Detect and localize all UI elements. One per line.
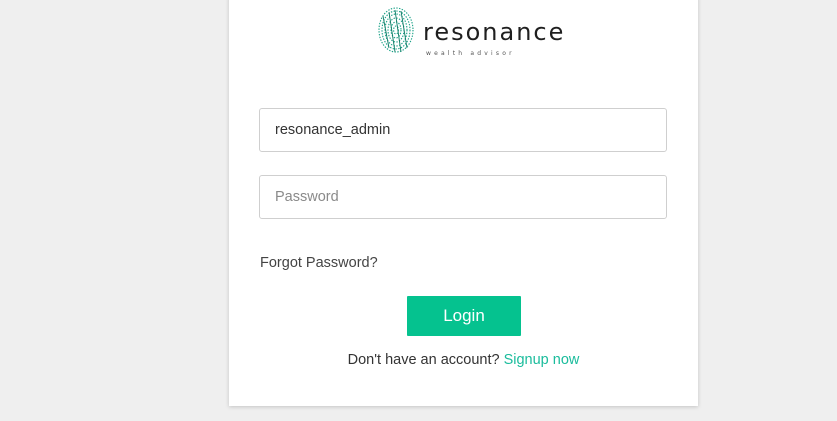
brand-logo: resonance wealth advisor [377, 6, 563, 57]
signup-prompt-line: Don't have an account? Signup now [229, 352, 698, 368]
signup-link[interactable]: Signup now [504, 352, 580, 368]
signup-prompt-text: Don't have an account? [347, 352, 500, 368]
forgot-password-link[interactable]: Forgot Password? [260, 255, 378, 271]
brand-name: resonance [423, 18, 566, 46]
password-field[interactable] [259, 175, 667, 219]
fingerprint-icon [378, 7, 414, 53]
login-button[interactable]: Login [407, 296, 521, 336]
brand-tagline: wealth advisor [426, 50, 515, 57]
login-card: resonance wealth advisor Forgot Password… [229, 0, 698, 406]
username-field[interactable] [259, 108, 667, 152]
